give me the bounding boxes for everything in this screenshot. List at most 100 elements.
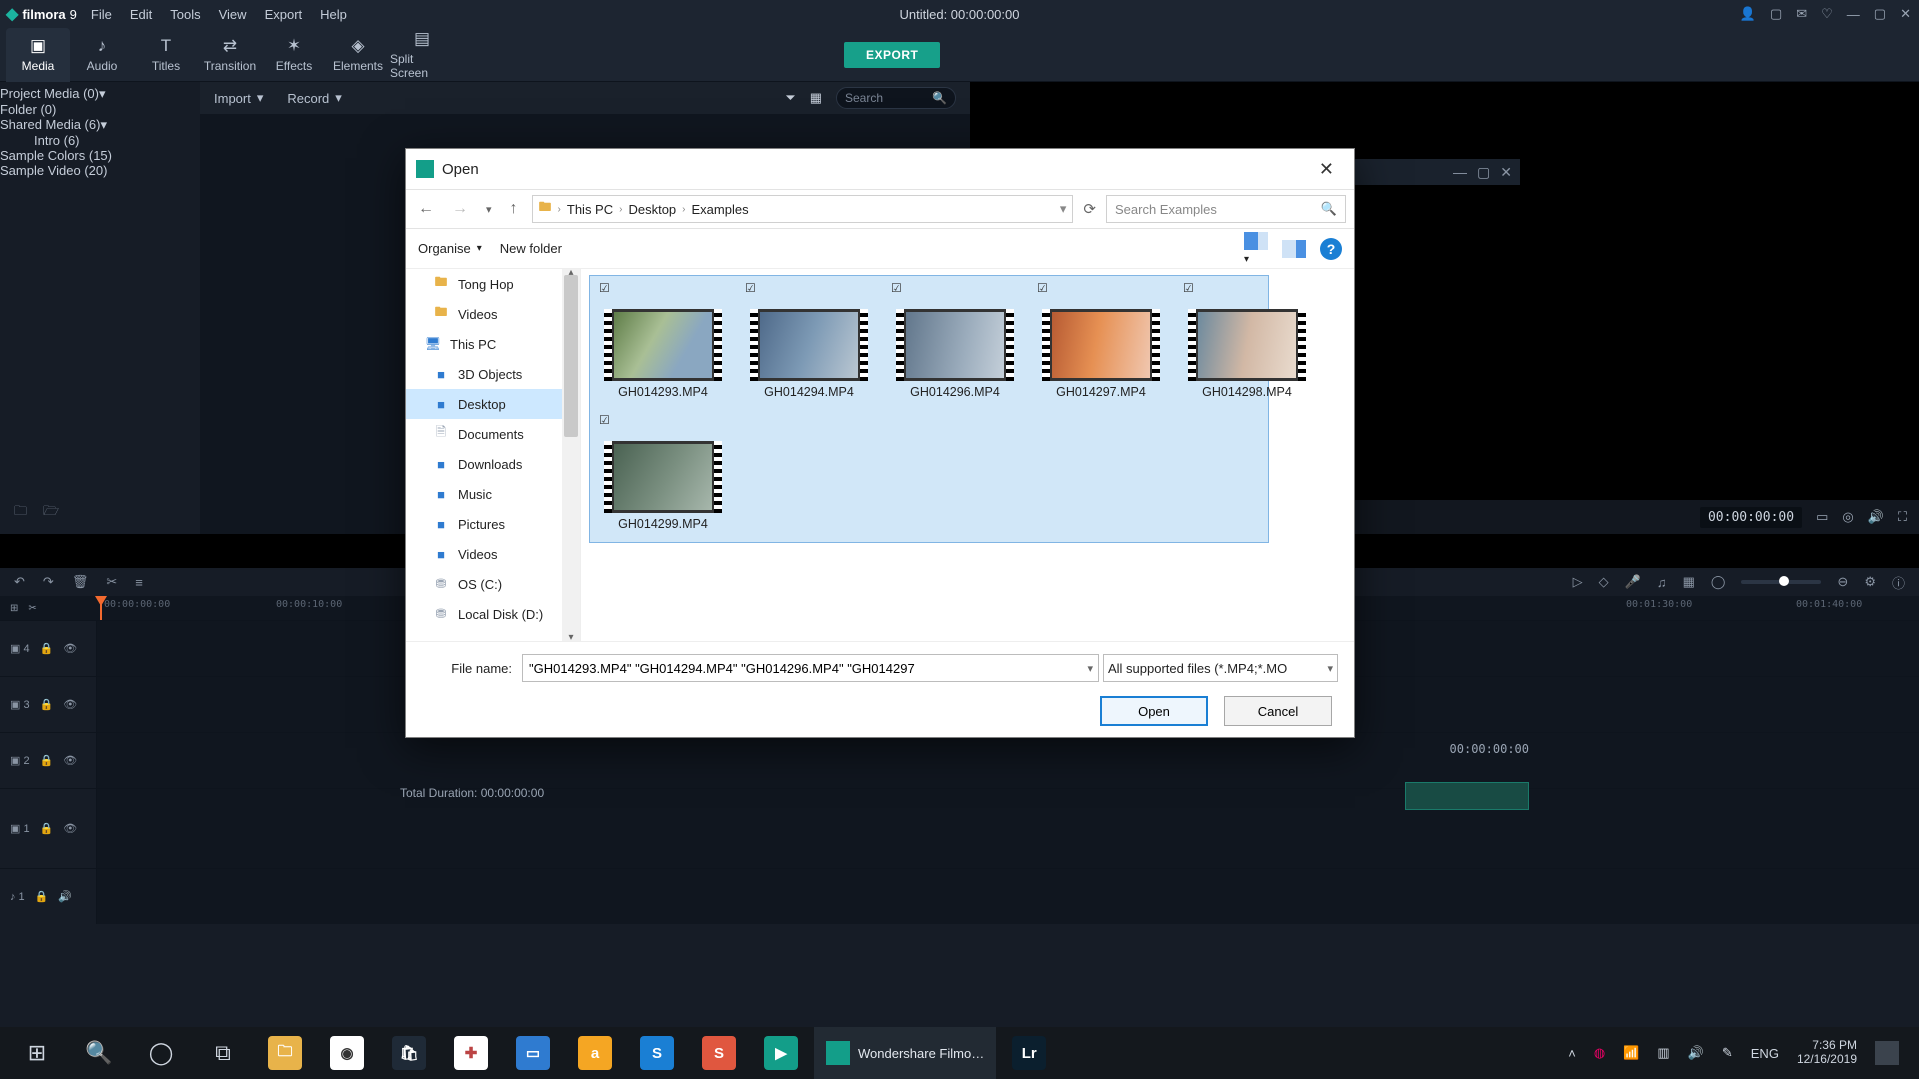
lock-icon[interactable]: 🔒 (40, 822, 54, 835)
layout-icon[interactable]: ▢ (1770, 6, 1782, 22)
taskbar-app-lightroom[interactable]: Lr (1000, 1027, 1058, 1079)
crumb-segment[interactable]: This PC (567, 202, 613, 217)
crumb-segment[interactable]: Desktop (628, 202, 676, 217)
volume-icon[interactable]: 🔊 (58, 890, 72, 903)
tree-node[interactable]: ■Desktop (406, 389, 580, 419)
import-dropdown[interactable]: Import▾ (214, 90, 263, 106)
taskbar-app-store[interactable]: 🛍 (380, 1027, 438, 1079)
tree-node[interactable]: ■3D Objects (406, 359, 580, 389)
lock-icon[interactable]: 🔒 (40, 698, 54, 711)
file-thumbnail[interactable]: ☑GH014297.MP4 (1031, 277, 1171, 399)
scroll-thumb[interactable] (564, 275, 578, 437)
adjust-icon[interactable]: ≡ (135, 575, 143, 590)
track-body[interactable] (96, 733, 1919, 788)
eye-icon[interactable]: 👁 (63, 754, 77, 767)
account-icon[interactable]: 👤 (1740, 6, 1756, 22)
checkbox-icon[interactable]: ☑ (891, 281, 907, 297)
new-folder-button[interactable]: New folder (500, 241, 562, 256)
open-folder-icon[interactable]: 🗁 (43, 502, 59, 524)
display-icon[interactable]: ▭ (1816, 509, 1828, 525)
redo-icon[interactable]: ↷ (43, 574, 54, 590)
tree-scrollbar[interactable]: ▴ ▾ (562, 269, 580, 641)
delete-icon[interactable]: 🗑 (72, 574, 89, 590)
track-body[interactable] (96, 789, 1919, 868)
lock-icon[interactable]: 🔒 (35, 890, 49, 903)
nav-back-icon[interactable]: ← (414, 198, 438, 220)
tree-sample-video[interactable]: Sample Video (20) (0, 163, 200, 178)
undo-icon[interactable]: ↶ (14, 574, 25, 590)
split-icon[interactable]: ✂ (28, 603, 36, 614)
action-center-icon[interactable] (1875, 1041, 1899, 1065)
battery-icon[interactable]: ▥ (1657, 1045, 1669, 1061)
scroll-down-icon[interactable]: ▾ (562, 632, 580, 643)
cancel-button[interactable]: Cancel (1224, 696, 1332, 726)
tree-intro[interactable]: Intro (6) (0, 133, 200, 148)
checkbox-icon[interactable]: ☑ (745, 281, 761, 297)
checkbox-icon[interactable]: ☑ (1183, 281, 1199, 297)
grid-view-icon[interactable]: ▦ (810, 90, 822, 106)
taskbar-clock[interactable]: 7:36 PM 12/16/2019 (1797, 1039, 1857, 1067)
refresh-icon[interactable]: ⟳ (1083, 200, 1096, 218)
taskview-button[interactable]: ⧉ (194, 1027, 252, 1079)
settings-icon[interactable]: ⚙ (1864, 574, 1876, 590)
notify-icon[interactable]: ♡ (1821, 6, 1833, 22)
crumb-segment[interactable]: Examples (692, 202, 749, 217)
menu-help[interactable]: Help (320, 7, 347, 22)
fullscreen-icon[interactable]: ⛶ (1898, 509, 1907, 525)
file-grid[interactable]: ☑GH014293.MP4☑GH014294.MP4☑GH014296.MP4☑… (581, 269, 1354, 641)
taskbar-app-explorer[interactable]: 🗀 (256, 1027, 314, 1079)
tool-transition[interactable]: ⇄Transition (198, 28, 262, 82)
taskbar-app-chrome[interactable]: ◉ (318, 1027, 376, 1079)
cortana-button[interactable]: ◯ (132, 1027, 190, 1079)
record-dropdown[interactable]: Record▾ (287, 90, 341, 106)
checkbox-icon[interactable]: ☑ (1037, 281, 1053, 297)
zoom-out-icon[interactable]: ⊖ (1837, 574, 1848, 590)
breadcrumb[interactable]: 🖿 › This PC › Desktop › Examples ▾ (532, 195, 1074, 223)
snapshot-icon[interactable]: ◎ (1842, 509, 1853, 525)
zoom-slider[interactable] (1741, 580, 1821, 584)
tree-node[interactable]: ⛃Local Disk (D:) (406, 599, 580, 629)
filename-input[interactable] (522, 654, 1099, 682)
checkbox-icon[interactable]: ☑ (599, 281, 615, 297)
tree-node[interactable]: ■Videos (406, 539, 580, 569)
media-search-input[interactable]: Search 🔍 (836, 87, 956, 109)
menu-edit[interactable]: Edit (130, 7, 152, 22)
file-thumbnail[interactable]: ☑GH014294.MP4 (739, 277, 879, 399)
nav-recent-icon[interactable]: ▾ (482, 201, 496, 218)
search-button[interactable]: 🔍 (70, 1027, 128, 1079)
menu-tools[interactable]: Tools (170, 7, 200, 22)
view-mode-button[interactable]: ▾ (1244, 232, 1268, 265)
file-thumbnail[interactable]: ☑GH014299.MP4 (593, 409, 733, 531)
nav-forward-icon[interactable]: → (448, 198, 472, 220)
voiceover-icon[interactable]: 🎤 (1625, 574, 1641, 590)
checkbox-icon[interactable]: ☑ (599, 413, 615, 429)
eye-icon[interactable]: 👁 (63, 698, 77, 711)
dialog-close-icon[interactable]: ✕ (1309, 155, 1344, 184)
close-icon[interactable]: ✕ (1900, 6, 1911, 22)
taskbar-app[interactable]: ▶ (752, 1027, 810, 1079)
file-thumbnail[interactable]: ☑GH014293.MP4 (593, 277, 733, 399)
menu-export[interactable]: Export (265, 7, 303, 22)
mail-icon[interactable]: ✉ (1796, 6, 1807, 22)
tree-node[interactable]: ■Pictures (406, 509, 580, 539)
info-icon[interactable]: ⓘ (1892, 573, 1905, 592)
nav-up-icon[interactable]: ↑ (506, 198, 522, 220)
menu-view[interactable]: View (219, 7, 247, 22)
tool-effects[interactable]: ✶Effects (262, 28, 326, 82)
chevron-down-icon[interactable]: ▾ (1087, 662, 1093, 675)
tree-shared-media[interactable]: Shared Media (6)▾ (0, 117, 200, 133)
bg-minimize-icon[interactable]: — (1453, 164, 1467, 180)
new-folder-icon[interactable]: 🗀 (14, 502, 27, 524)
tree-node[interactable]: 🗎Documents (406, 419, 580, 449)
taskbar-app[interactable]: S (690, 1027, 748, 1079)
file-thumbnail[interactable]: ☑GH014296.MP4 (885, 277, 1025, 399)
help-icon[interactable]: ? (1320, 238, 1342, 260)
organise-menu[interactable]: Organise ▾ (418, 241, 482, 256)
ime-icon[interactable]: ✎ (1722, 1045, 1733, 1061)
marker-icon[interactable]: ◇ (1599, 574, 1609, 590)
language-indicator[interactable]: ENG (1751, 1046, 1779, 1061)
open-button[interactable]: Open (1100, 696, 1208, 726)
zoom-reset-icon[interactable]: ◯ (1711, 574, 1726, 590)
tool-audio[interactable]: ♪Audio (70, 28, 134, 82)
tool-elements[interactable]: ◈Elements (326, 28, 390, 82)
